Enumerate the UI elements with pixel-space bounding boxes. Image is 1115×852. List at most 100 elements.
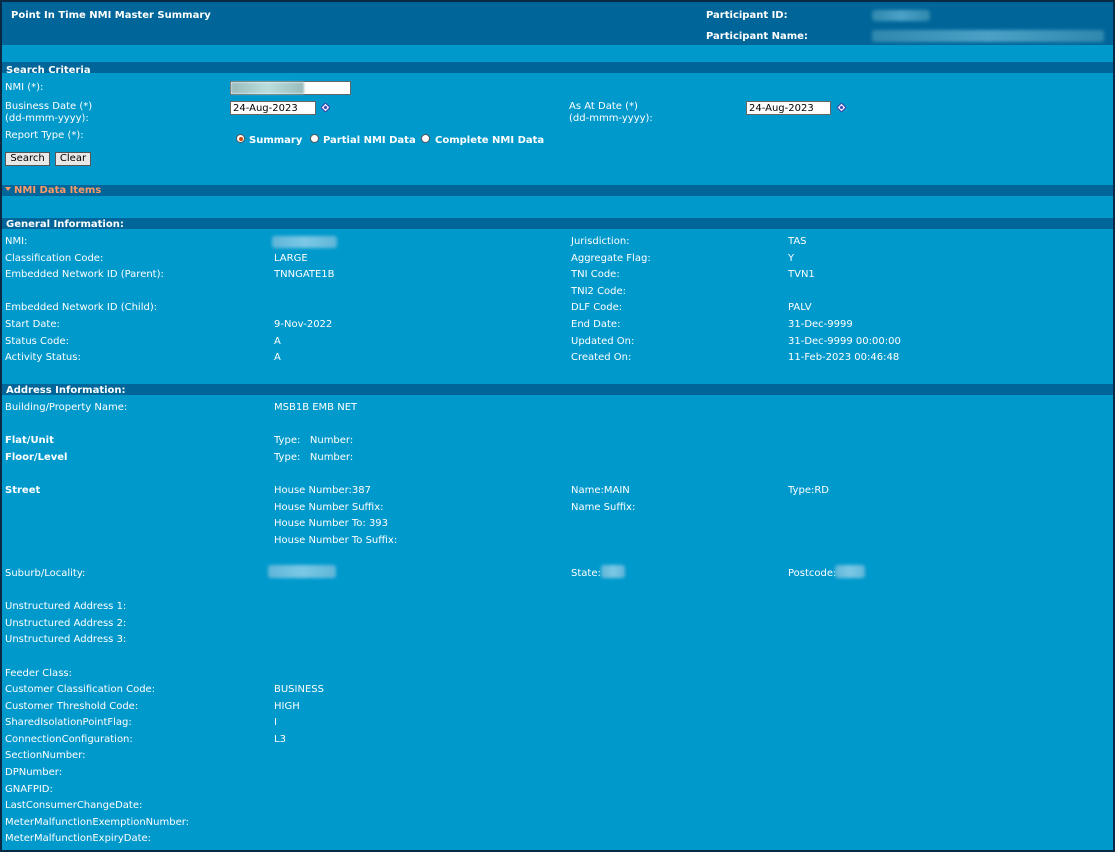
page-title: Point In Time NMI Master Summary bbox=[11, 10, 211, 21]
suburb-label: Suburb/Locality: bbox=[5, 568, 86, 579]
participant-name-label: Participant Name: bbox=[706, 31, 808, 42]
state-label: State: bbox=[571, 568, 601, 579]
window-frame bbox=[0, 0, 1115, 852]
start-date-label: Start Date: bbox=[5, 319, 60, 330]
building-value: MSB1B EMB NET bbox=[274, 402, 358, 413]
nmi-data-items-label[interactable]: NMI Data Items bbox=[14, 185, 101, 196]
business-date-format: (dd-mmm-yyyy): bbox=[5, 113, 89, 124]
aggregate-flag-label: Aggregate Flag: bbox=[571, 253, 651, 264]
classification-code-label: Classification Code: bbox=[5, 253, 104, 264]
calendar-icon[interactable] bbox=[837, 103, 846, 112]
gen-nmi-label: NMI: bbox=[5, 236, 28, 247]
connection-config-label: ConnectionConfiguration: bbox=[5, 734, 133, 745]
dp-number-label: DPNumber: bbox=[5, 767, 63, 778]
activity-status-value: A bbox=[274, 352, 281, 363]
updated-on-label: Updated On: bbox=[571, 336, 635, 347]
status-code-label: Status Code: bbox=[5, 336, 70, 347]
name-suffix-label: Name Suffix: bbox=[571, 502, 636, 513]
postcode-redacted bbox=[835, 565, 865, 578]
tni-code-label: TNI Code: bbox=[571, 269, 620, 280]
house-number-to-suffix-label: House Number To Suffix: bbox=[274, 535, 398, 546]
report-type-complete-radio[interactable] bbox=[421, 134, 430, 143]
floor-level-label: Floor/Level bbox=[5, 452, 68, 463]
participant-name-redacted bbox=[872, 30, 1104, 42]
participant-id-redacted bbox=[872, 10, 930, 21]
house-number-suffix-label: House Number Suffix: bbox=[274, 502, 384, 513]
customer-threshold-label: Customer Threshold Code: bbox=[5, 701, 139, 712]
calendar-icon[interactable] bbox=[321, 103, 330, 112]
street-label: Street bbox=[5, 485, 41, 496]
embedded-child-label: Embedded Network ID (Child): bbox=[5, 302, 158, 313]
customer-class-label: Customer Classification Code: bbox=[5, 684, 156, 695]
search-criteria-header bbox=[2, 62, 1113, 73]
jurisdiction-value: TAS bbox=[788, 236, 807, 247]
clear-button[interactable]: Clear bbox=[55, 152, 91, 166]
address-info-title: Address Information: bbox=[6, 385, 126, 396]
street-name-value: Name:MAIN bbox=[571, 485, 630, 496]
general-info-title: General Information: bbox=[6, 219, 124, 230]
nmi-label: NMI (*): bbox=[5, 82, 44, 93]
as-at-date-input[interactable] bbox=[746, 101, 831, 115]
street-type-value: Type:RD bbox=[788, 485, 829, 496]
embedded-parent-label: Embedded Network ID (Parent): bbox=[5, 269, 164, 280]
report-type-summary-radio[interactable] bbox=[236, 134, 245, 143]
feeder-class-label: Feeder Class: bbox=[5, 668, 72, 679]
collapse-caret-icon[interactable] bbox=[5, 187, 11, 191]
house-number-to-value: House Number To: 393 bbox=[274, 518, 389, 529]
section-number-label: SectionNumber: bbox=[5, 750, 86, 761]
unstructured-address-1-label: Unstructured Address 1: bbox=[5, 601, 127, 612]
shared-isolation-value: I bbox=[274, 717, 277, 728]
dlf-code-label: DLF Code: bbox=[571, 302, 623, 313]
search-criteria-title: Search Criteria bbox=[6, 65, 91, 76]
flat-unit-label: Flat/Unit bbox=[5, 435, 54, 446]
classification-code-value: LARGE bbox=[274, 253, 308, 264]
unstructured-address-3-label: Unstructured Address 3: bbox=[5, 634, 127, 645]
jurisdiction-label: Jurisdiction: bbox=[571, 236, 630, 247]
dlf-code-value: PALV bbox=[788, 302, 812, 313]
start-date-value: 9-Nov-2022 bbox=[274, 319, 333, 330]
nmi-data-items-bar[interactable] bbox=[2, 185, 1113, 196]
created-on-value: 11-Feb-2023 00:46:48 bbox=[788, 352, 900, 363]
floor-level-value: Type: Number: bbox=[274, 452, 354, 463]
participant-id-label: Participant ID: bbox=[706, 10, 788, 21]
meter-expiry-label: MeterMalfunctionExpiryDate: bbox=[5, 833, 152, 844]
general-info-header bbox=[2, 218, 1113, 229]
nmi-input-redacted bbox=[231, 82, 304, 94]
tni-code-value: TVN1 bbox=[788, 269, 815, 280]
report-type-label: Report Type (*): bbox=[5, 130, 84, 141]
created-on-label: Created On: bbox=[571, 352, 632, 363]
house-number-value: House Number:387 bbox=[274, 485, 371, 496]
gen-nmi-redacted bbox=[272, 236, 337, 248]
business-date-label: Business Date (*) bbox=[5, 101, 93, 112]
end-date-value: 31-Dec-9999 bbox=[788, 319, 853, 330]
report-type-partial-label: Partial NMI Data bbox=[323, 135, 416, 146]
flat-unit-value: Type: Number: bbox=[274, 435, 354, 446]
customer-threshold-value: HIGH bbox=[274, 701, 300, 712]
gnafpid-label: GNAFPID: bbox=[5, 784, 53, 795]
suburb-redacted bbox=[268, 565, 336, 578]
report-type-partial-radio[interactable] bbox=[310, 134, 319, 143]
as-at-date-label: As At Date (*) bbox=[569, 101, 638, 112]
postcode-label: Postcode: bbox=[788, 568, 837, 579]
as-at-date-format: (dd-mmm-yyyy): bbox=[569, 113, 653, 124]
end-date-label: End Date: bbox=[571, 319, 621, 330]
connection-config-value: L3 bbox=[274, 734, 286, 745]
state-redacted bbox=[601, 565, 625, 578]
tni2-code-label: TNI2 Code: bbox=[571, 286, 627, 297]
customer-class-value: BUSINESS bbox=[274, 684, 324, 695]
address-info-header bbox=[2, 384, 1113, 395]
status-code-value: A bbox=[274, 336, 281, 347]
embedded-parent-value: TNNGATE1B bbox=[274, 269, 335, 280]
updated-on-value: 31-Dec-9999 00:00:00 bbox=[788, 336, 901, 347]
unstructured-address-2-label: Unstructured Address 2: bbox=[5, 618, 127, 629]
last-consumer-change-label: LastConsumerChangeDate: bbox=[5, 800, 143, 811]
report-type-complete-label: Complete NMI Data bbox=[435, 135, 545, 146]
report-type-summary-label: Summary bbox=[249, 135, 303, 146]
search-button[interactable]: Search bbox=[5, 152, 50, 166]
aggregate-flag-value: Y bbox=[788, 253, 795, 264]
building-label: Building/Property Name: bbox=[5, 402, 128, 413]
shared-isolation-label: SharedIsolationPointFlag: bbox=[5, 717, 132, 728]
activity-status-label: Activity Status: bbox=[5, 352, 81, 363]
meter-exemption-label: MeterMalfunctionExemptionNumber: bbox=[5, 817, 190, 828]
business-date-input[interactable] bbox=[230, 101, 316, 115]
